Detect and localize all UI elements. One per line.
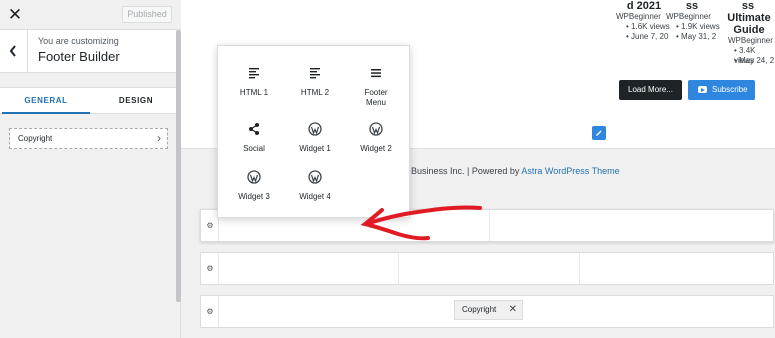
post-date: • May 24, 2 — [734, 56, 775, 65]
wordpress-icon — [308, 122, 322, 136]
widget-option-label: Widget 4 — [299, 192, 331, 201]
widget-option-social[interactable]: Social — [224, 122, 284, 164]
post-author: WPBeginner — [728, 36, 773, 45]
chevron-left-icon — [9, 45, 16, 57]
widget-option-label: HTML 2 — [300, 88, 330, 97]
load-more-button[interactable]: Load More... — [619, 80, 682, 100]
annotation-arrow — [360, 205, 482, 241]
wordpress-icon — [308, 170, 322, 184]
builder-column[interactable] — [219, 253, 399, 284]
published-button[interactable]: Published — [122, 6, 172, 23]
panel-title: Footer Builder — [38, 49, 120, 64]
pencil-icon — [596, 130, 602, 136]
row-settings-button[interactable]: ⚙ — [201, 253, 219, 284]
label-line: Footer — [364, 88, 388, 97]
chevron-right-icon: › — [157, 131, 161, 145]
edit-shortcut-button[interactable] — [592, 126, 606, 140]
builder-column[interactable] — [399, 253, 580, 284]
widget-option-widget-4[interactable]: Widget 4 — [285, 170, 345, 212]
menu-icon — [371, 69, 381, 78]
row-settings-button[interactable]: ⚙ — [201, 296, 219, 327]
builder-column[interactable] — [490, 210, 773, 241]
subscribe-button[interactable]: Subscribe — [688, 80, 755, 100]
share-icon — [249, 123, 259, 135]
back-button[interactable] — [0, 30, 28, 73]
post-title[interactable]: d 2021 — [623, 0, 665, 12]
widget-option-html-1[interactable]: HTML 1 — [224, 66, 284, 108]
builder-column[interactable] — [580, 253, 773, 284]
post-title-line[interactable]: Guide — [724, 24, 774, 36]
widget-option-label: HTML 1 — [239, 88, 269, 97]
wordpress-icon — [369, 122, 383, 136]
post-title[interactable]: ss — [677, 0, 707, 12]
post-author: WPBeginner — [666, 12, 711, 21]
tab-general[interactable]: GENERAL — [2, 88, 90, 114]
widget-option-footer-menu[interactable]: Footer Menu — [346, 66, 406, 108]
theme-link[interactable]: Astra WordPress Theme — [521, 166, 619, 176]
widget-option-html-2[interactable]: HTML 2 — [285, 66, 345, 108]
subscribe-label: Subscribe — [712, 85, 748, 94]
copyright-section-item[interactable]: Copyright › — [9, 128, 168, 149]
sidebar-top-bar: ✕ Published — [0, 0, 181, 30]
widget-option-label: Widget 1 — [299, 144, 331, 153]
footer-credit-text: Business Inc. | Powered by — [411, 166, 522, 176]
post-author: WPBeginner — [616, 12, 661, 21]
post-date: • June 7, 20 — [626, 32, 669, 41]
widget-option-widget-3[interactable]: Widget 3 — [224, 170, 284, 212]
post-views: • 1.6K views — [626, 22, 670, 31]
panel-header: You are customizing Footer Builder — [0, 30, 181, 73]
copyright-section-label: Copyright — [18, 134, 53, 143]
panel-tabs: GENERAL DESIGN — [0, 87, 181, 114]
widget-option-label: Social — [243, 144, 265, 153]
text-align-icon — [310, 68, 320, 79]
footer-credit: Business Inc. | Powered by Astra WordPre… — [411, 166, 620, 176]
post-date: • May 31, 2 — [676, 32, 717, 41]
footer-builder-row-secondary: ⚙ — [200, 252, 774, 285]
youtube-icon — [698, 86, 707, 93]
gear-icon: ⚙ — [206, 220, 214, 230]
post-views: • 1.9K views — [676, 22, 720, 31]
close-icon[interactable]: ✕ — [6, 6, 24, 24]
tab-design[interactable]: DESIGN — [92, 88, 180, 114]
widget-option-label: Footer Menu — [346, 88, 406, 108]
wordpress-icon — [247, 170, 261, 184]
widget-option-label: Widget 2 — [360, 144, 392, 153]
copyright-chip-label: Copyright — [462, 305, 497, 314]
widget-option-label: Widget 3 — [238, 192, 270, 201]
widget-option-widget-2[interactable]: Widget 2 — [346, 122, 406, 164]
copyright-widget-chip[interactable]: Copyright ✕ — [454, 300, 523, 320]
post-title-line[interactable]: Ultimate — [724, 12, 774, 24]
customizing-label: You are customizing — [38, 36, 119, 46]
gear-icon: ⚙ — [206, 263, 214, 273]
widget-option-widget-1[interactable]: Widget 1 — [285, 122, 345, 164]
gear-icon: ⚙ — [206, 306, 214, 316]
remove-icon[interactable]: ✕ — [509, 301, 517, 319]
post-title[interactable]: ss — [733, 0, 763, 12]
label-line: Menu — [365, 98, 386, 107]
add-widget-popup: HTML 1 HTML 2 Footer Menu Social Widget … — [217, 45, 410, 218]
text-align-icon — [249, 68, 259, 79]
